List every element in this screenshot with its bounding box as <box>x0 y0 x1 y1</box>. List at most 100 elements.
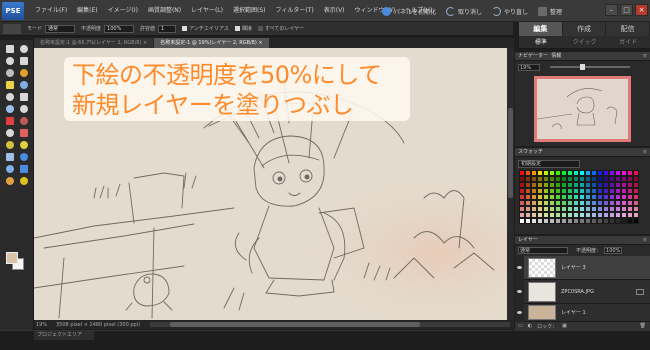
sponge-tool[interactable] <box>3 163 17 175</box>
gradient-icon <box>6 177 14 185</box>
minimize-button[interactable]: – <box>605 4 618 16</box>
document-info: 3508 pixel × 2480 pixel (300 ppi) <box>56 321 141 328</box>
lock-icon[interactable]: ▣ <box>562 323 567 329</box>
menu-filter[interactable]: フィルター(T) <box>271 0 319 22</box>
redo-button[interactable]: やり直し <box>492 6 528 16</box>
menu-select[interactable]: 選択範囲(S) <box>228 0 271 22</box>
panel-menu-icon[interactable]: ≡ <box>643 148 650 156</box>
tab-full-edit[interactable]: 標準 <box>519 36 563 48</box>
eyedropper-icon <box>20 57 28 65</box>
menu-layer[interactable]: レイヤー(L) <box>186 0 228 22</box>
maximize-button[interactable]: □ <box>620 4 633 16</box>
marquee-tool[interactable] <box>3 67 17 79</box>
paint-bucket-tool[interactable] <box>17 163 31 175</box>
tolerance-input[interactable]: 1 <box>158 24 177 33</box>
close-button[interactable]: × <box>635 4 648 16</box>
navigator-preview[interactable] <box>534 76 631 142</box>
blend-mode-select[interactable]: 通常 <box>518 246 568 254</box>
horizontal-scrollbar[interactable] <box>150 322 510 327</box>
navigator-zoom-knob[interactable] <box>580 64 585 70</box>
zoom-tool[interactable] <box>17 43 31 55</box>
paint-bucket-preset-icon[interactable] <box>3 23 21 34</box>
reset-panels-button[interactable]: パネルを初期化 <box>382 6 436 16</box>
tab-edit[interactable]: 編集 <box>519 22 563 36</box>
doc-tab-1[interactable]: 名称未設定-1 @ 66.7%(レイヤー 2, RGB/8) × <box>34 38 154 48</box>
adjustment-layer-icon[interactable]: ◐ <box>528 323 532 329</box>
layer-row[interactable]: レイヤー 3 <box>515 255 650 280</box>
info-tab[interactable]: 情報 <box>551 53 561 59</box>
layer-row[interactable]: レイヤー 1 <box>515 303 650 322</box>
straighten-icon <box>20 105 28 113</box>
cookie-cutter-tool[interactable] <box>3 103 17 115</box>
menu-file[interactable]: ファイル(F) <box>30 0 72 22</box>
project-bin-toggle[interactable]: プロジェクトエリア <box>34 331 94 340</box>
layer-opacity-input[interactable]: 100% <box>604 246 623 254</box>
menu-image[interactable]: イメージ(I) <box>103 0 143 22</box>
tab-create[interactable]: 作成 <box>562 22 607 36</box>
visibility-eye-icon[interactable] <box>515 279 524 304</box>
navigator-title[interactable]: ナビゲーター <box>518 53 548 59</box>
antialias-checkbox[interactable]: アンチエイリアス <box>182 25 229 32</box>
vertical-scroll-thumb[interactable] <box>508 108 513 198</box>
gradient-tool[interactable] <box>3 175 17 187</box>
vertical-scrollbar[interactable] <box>507 48 514 320</box>
layers-title: レイヤー <box>518 237 538 243</box>
shape-tool[interactable] <box>17 175 31 187</box>
layer-thumbnail <box>528 257 556 278</box>
swatch-set-select[interactable]: 初期設定 <box>518 160 580 168</box>
layer-row[interactable]: ZPC0SRA.JPG <box>515 279 650 304</box>
visibility-eye-icon[interactable] <box>515 255 524 280</box>
quick-select-icon <box>20 81 28 89</box>
lasso-tool[interactable] <box>17 67 31 79</box>
visibility-eye-icon[interactable] <box>515 303 524 322</box>
new-layer-icon[interactable]: ▭ <box>518 323 523 329</box>
doc-tab-2[interactable]: 名称未設定-1 @ 19%(レイヤー 2, RGB/8) × <box>154 38 269 48</box>
tab-share[interactable]: 配信 <box>606 22 650 36</box>
brush-tool[interactable] <box>17 139 31 151</box>
mode-select[interactable]: 通常 <box>45 24 76 33</box>
healing-brush-tool[interactable] <box>17 115 31 127</box>
pencil-tool[interactable] <box>3 139 17 151</box>
all-layers-checkbox[interactable]: すべてのレイヤー <box>257 25 304 32</box>
crop-tool[interactable] <box>17 91 31 103</box>
eyedropper-tool[interactable] <box>17 55 31 67</box>
smart-brush-tool[interactable] <box>3 151 17 163</box>
organizer-button[interactable]: 整理 <box>538 6 563 16</box>
swatches-header: スウォッチ ≡ <box>515 148 650 157</box>
menu-edit[interactable]: 編集(E) <box>72 0 102 22</box>
menu-view[interactable]: 表示(V) <box>319 0 350 22</box>
opacity-input[interactable]: 100% <box>104 24 135 33</box>
clone-stamp-tool[interactable] <box>3 127 17 139</box>
layers-header: レイヤー ≡ <box>515 236 650 245</box>
eraser-tool[interactable] <box>17 127 31 139</box>
type-tool[interactable] <box>3 91 17 103</box>
trash-icon[interactable]: 🗑 <box>640 323 646 329</box>
move-tool[interactable] <box>3 43 17 55</box>
layer-options-row: 通常 不透明度： 100% <box>515 245 650 255</box>
quick-select-tool[interactable] <box>17 79 31 91</box>
red-eye-icon <box>6 117 14 125</box>
canvas[interactable]: 下絵の不透明度を50%にして 新規レイヤーを塗りつぶし <box>34 48 507 320</box>
navigator-zoom-input[interactable]: 19% <box>518 63 540 71</box>
menu-enhance[interactable]: 画質調整(N) <box>143 0 186 22</box>
undo-button[interactable]: 取り消し <box>446 6 482 16</box>
tab-quick-edit[interactable]: クイック <box>563 36 607 48</box>
blur-tool[interactable] <box>17 151 31 163</box>
horizontal-scroll-thumb[interactable] <box>170 322 420 327</box>
magic-wand-tool[interactable] <box>3 79 17 91</box>
contiguous-checkbox[interactable]: 隣接 <box>234 25 252 32</box>
tab-guided-edit[interactable]: ガイド <box>606 36 650 48</box>
zoom-readout[interactable]: 19% <box>34 322 56 328</box>
eraser-icon <box>20 129 28 137</box>
navigator-zoom-slider[interactable] <box>550 64 630 70</box>
straighten-tool[interactable] <box>17 103 31 115</box>
red-eye-tool[interactable] <box>3 115 17 127</box>
panel-menu-icon[interactable]: ≡ <box>643 236 650 244</box>
color-swatch[interactable] <box>633 218 639 224</box>
organizer-label: 整理 <box>550 8 563 16</box>
instruction-line-1: 下絵の不透明度を50%にして <box>72 61 382 89</box>
foreground-color-swatch[interactable] <box>6 252 18 264</box>
layer-thumbnail <box>528 305 556 320</box>
hand-tool[interactable] <box>3 55 17 67</box>
panel-menu-icon[interactable]: ≡ <box>643 52 650 60</box>
